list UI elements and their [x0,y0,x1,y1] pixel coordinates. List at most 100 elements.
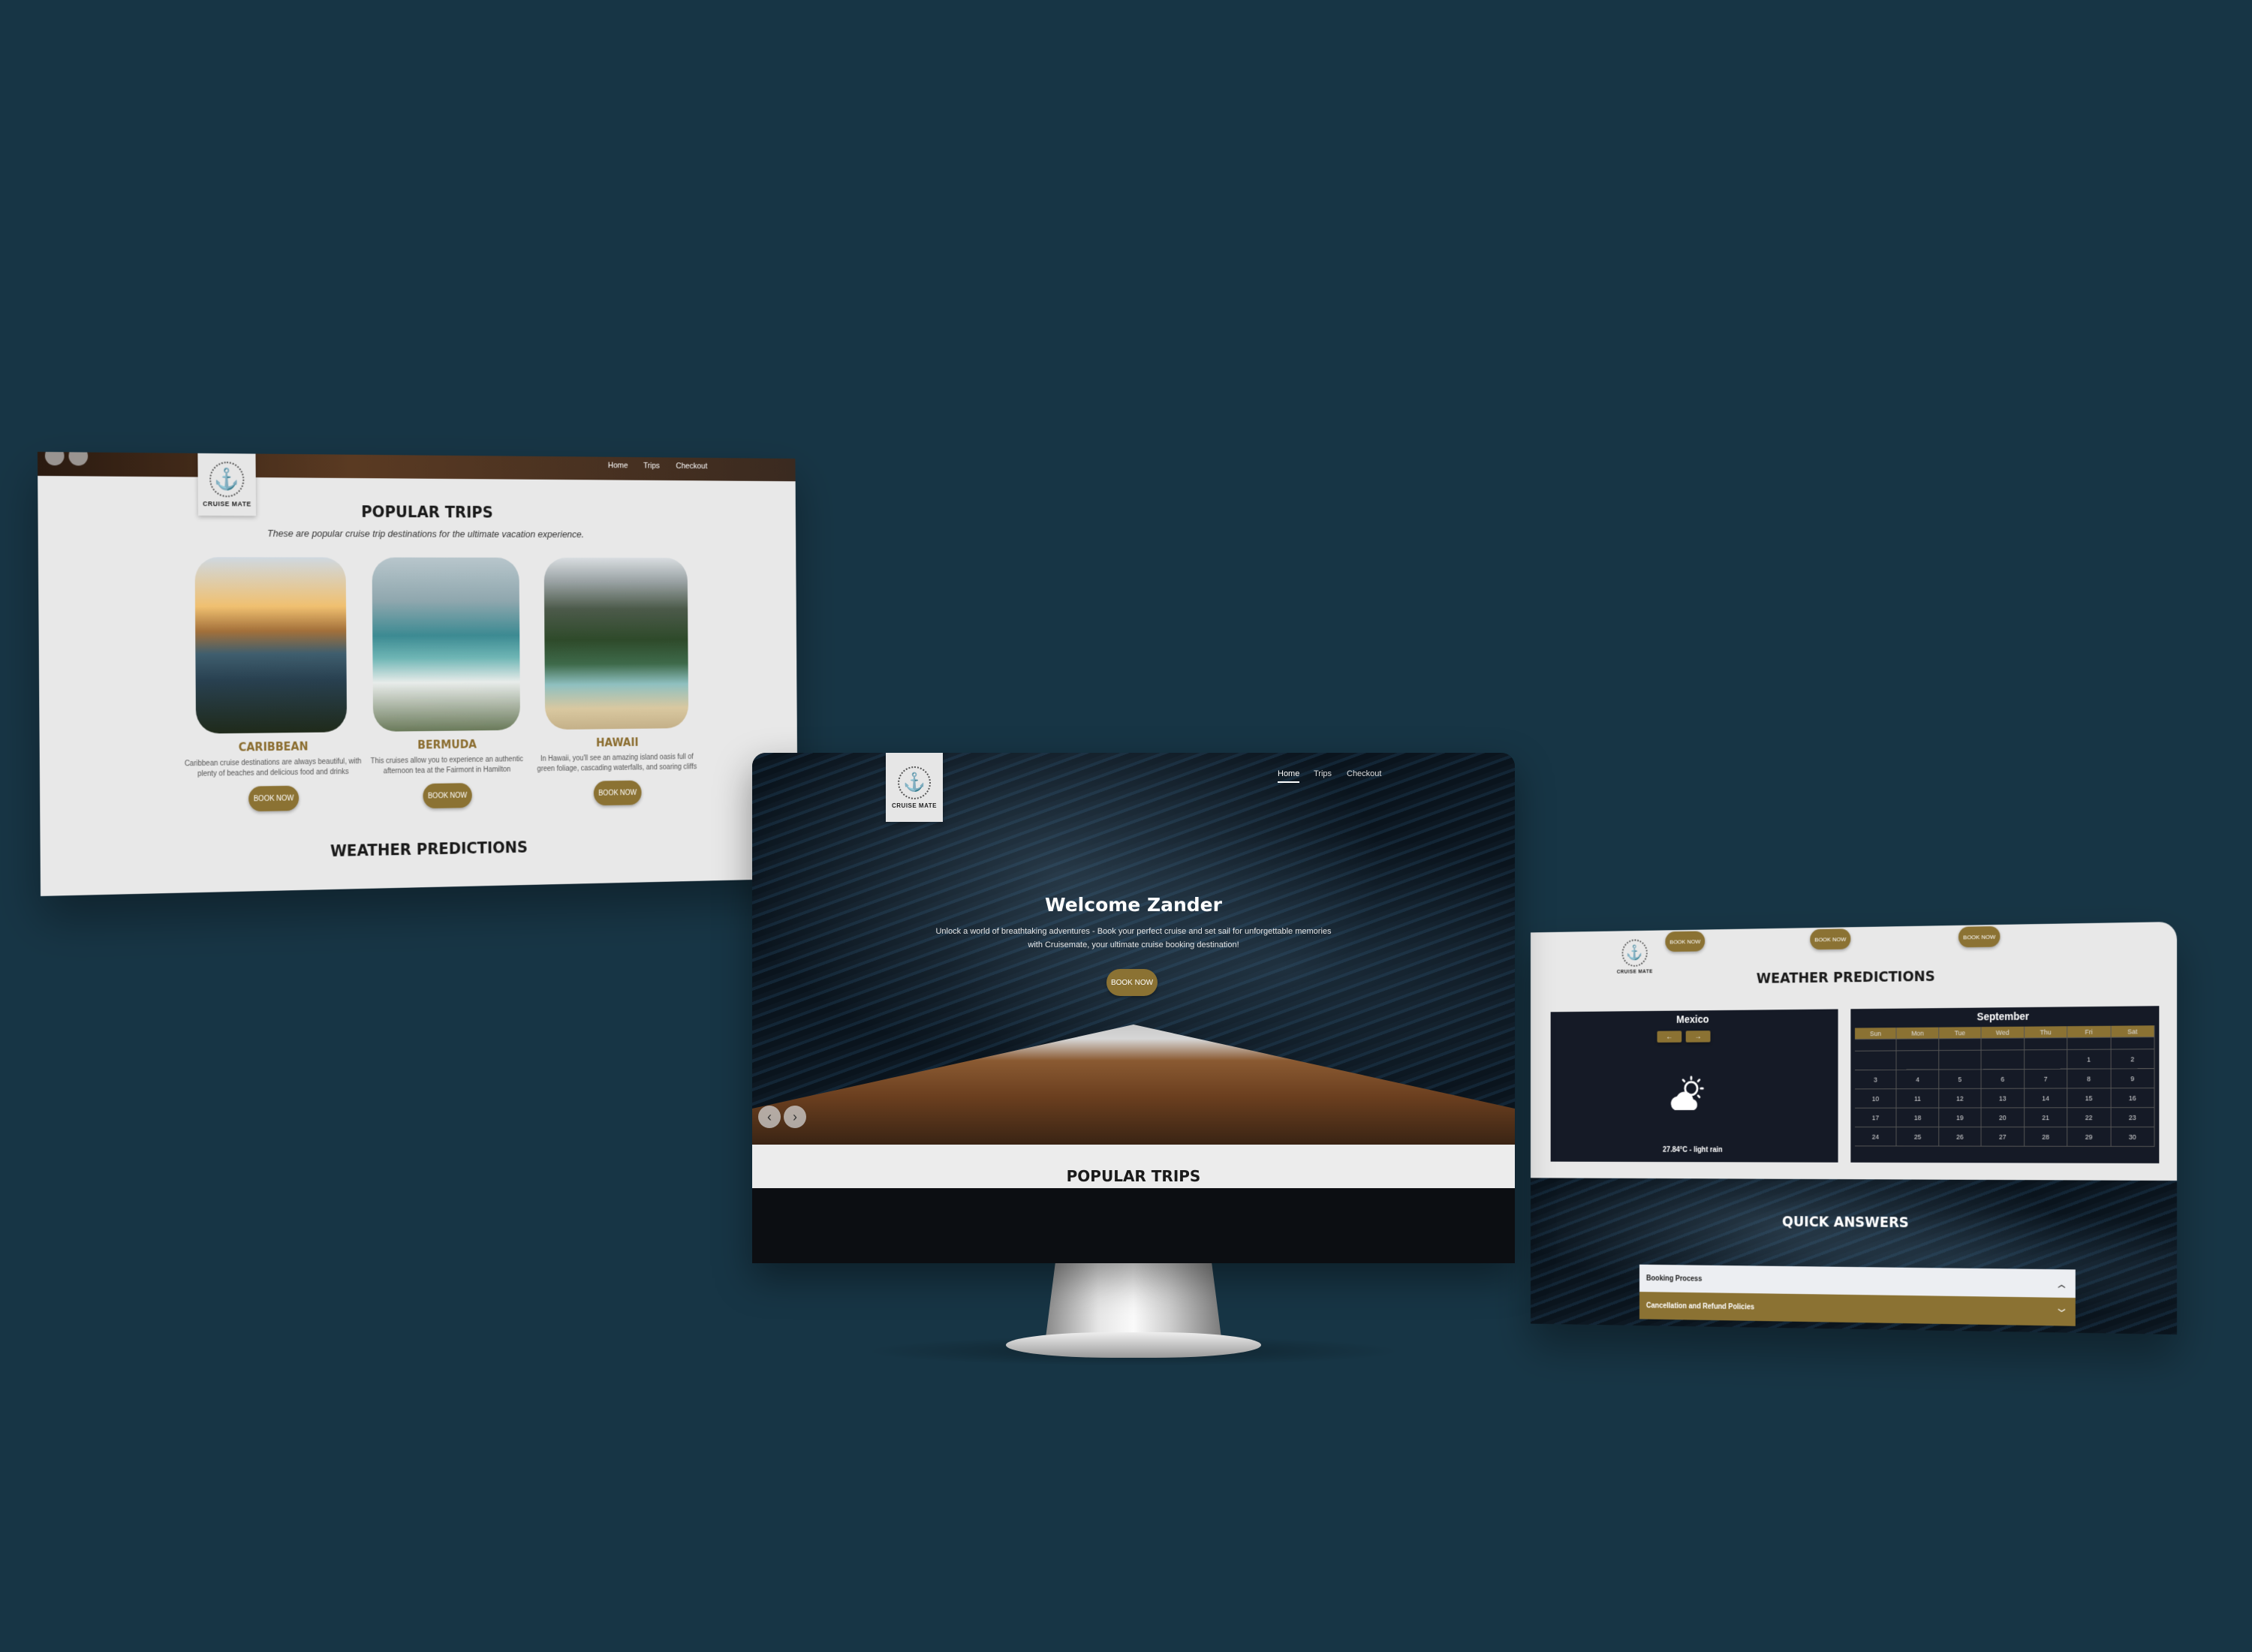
trip-image-caribbean [194,557,348,734]
faq-item-cancellation[interactable]: Cancellation and Refund Policies ﹀ [1639,1292,2076,1326]
calendar-empty-cell [2067,1037,2112,1050]
calendar-day-cell[interactable]: 14 [2024,1088,2068,1109]
calendar-day-cell[interactable]: 10 [1855,1089,1897,1109]
book-now-button[interactable]: BOOK NOW [248,785,300,812]
logo-emblem: ⚓ [1621,938,1648,967]
calendar-day-cell[interactable]: 13 [1981,1088,2025,1109]
hero-text-line1: Unlock a world of breathtaking adventure… [935,927,1332,936]
calendar-empty-cell [1855,1039,1897,1052]
book-now-button[interactable]: BOOK NOW [593,780,642,806]
calendar-day-header: Thu [2024,1026,2068,1039]
trip-card-caribbean: CARIBBEAN Caribbean cruise destinations … [182,557,363,812]
logo-emblem: ⚓ [898,766,931,799]
calendar-day-cell[interactable]: 20 [1981,1108,2025,1128]
nav-checkout[interactable]: Checkout [676,462,707,471]
section-title: POPULAR TRIPS [1066,1167,1201,1185]
book-now-button[interactable]: BOOK NOW [1665,931,1706,952]
section-title: POPULAR TRIPS [361,503,493,522]
calendar-day-header: Fri [2067,1025,2112,1039]
anchor-icon: ⚓ [903,772,926,793]
carousel-prev-button[interactable]: ‹ [758,1106,781,1128]
calendar-day-cell[interactable]: 15 [2067,1088,2112,1109]
calendar-grid: Sun Mon Tue Wed Thu Fri Sat 1 2 3 4 5 6 7 8 9 10 11 12 13 14… [1855,1025,2155,1147]
popular-trips-strip: POPULAR TRIPS [752,1145,1515,1188]
next-location-button[interactable]: → [1685,1031,1711,1043]
calendar-day-cell [1855,1051,1897,1071]
logo-emblem: ⚓ [209,461,245,498]
calendar-day-cell[interactable]: 30 [2111,1127,2155,1147]
calendar-day-cell[interactable]: 28 [2024,1127,2068,1147]
trip-card-hawaii: HAWAII In Hawaii, you'll see an amazing … [530,557,703,807]
calendar-day-cell [1981,1050,2025,1070]
imac-stand [1045,1261,1222,1344]
calendar-day-cell[interactable]: 29 [2067,1127,2112,1147]
faq-label: Cancellation and Refund Policies [1646,1301,1755,1311]
calendar-day-cell[interactable]: 17 [1855,1108,1897,1128]
carousel-next-button[interactable]: › [784,1106,806,1128]
calendar-day-cell[interactable]: 18 [1896,1108,1940,1128]
logo[interactable]: ⚓ CRUISE MATE [886,753,943,822]
calendar-day-cell[interactable]: 6 [1981,1069,2025,1089]
prev-location-button[interactable]: ← [1657,1031,1682,1043]
calendar-day-cell[interactable]: 19 [1939,1108,1982,1128]
calendar-day-cell[interactable]: 24 [1855,1127,1897,1147]
book-now-button[interactable]: BOOK NOW [423,783,472,809]
calendar-day-cell[interactable]: 16 [2111,1088,2155,1109]
trip-description: This cruises allow you to experience an … [370,755,523,776]
trip-image-hawaii [543,557,689,730]
calendar-day-cell[interactable]: 26 [1939,1127,1982,1147]
section-subtitle: These are popular cruise trip destinatio… [267,528,585,540]
calendar-day-cell [1896,1051,1940,1070]
calendar-empty-cell [1896,1039,1940,1052]
calendar-day-cell[interactable]: 1 [2067,1049,2112,1070]
book-now-button[interactable]: BOOK NOW [1810,928,1851,950]
calendar-day-cell[interactable]: 11 [1896,1089,1940,1109]
calendar-day-cell[interactable]: 3 [1855,1070,1897,1090]
calendar-day-cell[interactable]: 2 [2111,1049,2155,1070]
faq-label: Booking Process [1646,1274,1703,1283]
calendar-day-cell[interactable]: 7 [2024,1069,2068,1089]
calendar-day-cell[interactable]: 25 [1896,1127,1940,1147]
calendar-day-cell[interactable]: 23 [2111,1108,2155,1128]
weather-card: Mexico ← → 27.84°C - light rain [1550,1009,1838,1163]
weather-location: Mexico [1676,1013,1709,1025]
partly-cloudy-sun-icon [1670,1074,1706,1111]
calendar-month: September [1977,1010,2030,1023]
hero-book-now-button[interactable]: BOOK NOW [1106,969,1158,996]
nav-home[interactable]: Home [608,462,628,471]
calendar-day-header: Sun [1855,1028,1897,1040]
nav-trips[interactable]: Trips [1314,769,1332,778]
calendar-day-cell[interactable]: 9 [2111,1069,2155,1089]
nav-home[interactable]: Home [1278,769,1300,783]
anchor-icon: ⚓ [1626,944,1643,961]
chevron-up-icon: ︿ [2058,1280,2066,1289]
nav-checkout[interactable]: Checkout [1347,769,1381,778]
nav-trips[interactable]: Trips [643,462,660,471]
calendar-day-cell[interactable]: 4 [1896,1070,1940,1090]
calendar: September Sun Mon Tue Wed Thu Fri Sat 1 2 3 4 5 6 7 8 9… [1850,1006,2160,1163]
calendar-day-cell[interactable]: 21 [2024,1108,2068,1128]
calendar-day-cell[interactable]: 22 [2067,1108,2112,1128]
trip-name: CARIBBEAN [238,739,309,754]
calendar-day-cell[interactable]: 12 [1939,1088,1982,1109]
chevron-down-icon: ﹀ [2058,1309,2066,1318]
popular-trips-page: Home Trips Checkout ⚓ CRUISE MATE POPULA… [37,451,799,896]
faq-section: QUICK ANSWERS Booking Process ︿ Cancella… [1530,1178,2177,1335]
calendar-day-cell [1939,1050,1982,1070]
hero-text-line2: with Cruisemate, your ultimate cruise bo… [1028,940,1239,949]
calendar-empty-cell [2111,1037,2155,1050]
faq-title: QUICK ANSWERS [1781,1214,1909,1231]
trip-name: BERMUDA [417,737,477,752]
calendar-day-cell[interactable]: 8 [2067,1069,2112,1089]
trip-image-bermuda [372,557,521,732]
calendar-day-cell[interactable]: 5 [1939,1070,1982,1090]
calendar-empty-cell [2024,1038,2068,1051]
calendar-day-header: Mon [1896,1027,1940,1040]
calendar-day-cell[interactable]: 27 [1981,1127,2025,1147]
chevron-left-icon: ‹ [767,1109,772,1124]
trip-name: HAWAII [595,736,639,750]
calendar-day-cell [2024,1049,2068,1070]
book-now-button[interactable]: BOOK NOW [1958,925,2001,948]
calendar-day-header: Sat [2111,1025,2155,1038]
trip-description: Caribbean cruise destinations are always… [184,757,362,778]
